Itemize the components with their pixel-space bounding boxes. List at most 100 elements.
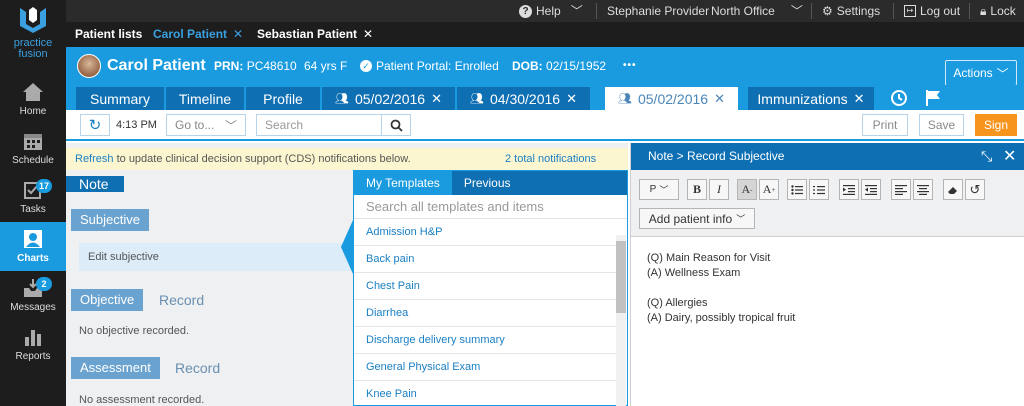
list-item[interactable]: Admission H&P	[354, 219, 616, 246]
align-center-button[interactable]	[913, 179, 933, 200]
flag-icon[interactable]	[924, 89, 942, 107]
close-icon[interactable]: ✕	[363, 22, 373, 47]
subjective-header[interactable]: Subjective	[71, 209, 149, 231]
home-icon	[23, 83, 43, 101]
bullet-list-button[interactable]	[787, 179, 807, 200]
patient-tab-sebastian[interactable]: Sebastian Patient ✕	[257, 22, 373, 47]
check-circle-icon: ✓	[360, 60, 372, 72]
nav-home[interactable]: Home	[0, 75, 66, 124]
templates-scrollbar-thumb[interactable]	[616, 241, 626, 313]
no-assessment-text: No assessment recorded.	[79, 394, 205, 406]
list-item[interactable]: Diarrhea	[354, 300, 616, 327]
list-item[interactable]: General Physical Exam	[354, 354, 616, 381]
tab-profile[interactable]: Profile	[246, 87, 320, 110]
people-icon: 👥︎	[335, 93, 349, 105]
people-icon: 👥︎	[470, 93, 484, 105]
nav-charts[interactable]: Charts	[0, 222, 66, 271]
close-icon[interactable]: ✕	[431, 91, 442, 107]
font-smaller-button[interactable]: A-	[737, 179, 757, 200]
add-patient-info-button[interactable]: Add patient info ﹀	[639, 208, 755, 229]
outdent-icon	[865, 184, 877, 195]
close-icon[interactable]: ✕	[233, 22, 243, 47]
patient-name: Carol Patient	[107, 57, 206, 74]
close-icon[interactable]: ✕	[1003, 143, 1016, 170]
search-button[interactable]	[381, 114, 411, 136]
nav-tasks[interactable]: Tasks 17	[0, 173, 66, 222]
nav-messages[interactable]: Messages 2	[0, 271, 66, 320]
cds-refresh-link[interactable]: Refresh	[66, 153, 114, 165]
cds-notifications-link[interactable]: 2 total notifications	[505, 148, 596, 170]
edit-subjective-field[interactable]: Edit subjective	[79, 243, 359, 271]
assessment-header[interactable]: Assessment	[71, 357, 160, 379]
actions-button[interactable]: Actions ﹀	[945, 60, 1017, 86]
more-icon[interactable]: •••	[623, 47, 637, 85]
save-button[interactable]: Save	[919, 114, 964, 136]
list-item[interactable]: Discharge delivery summary	[354, 327, 616, 354]
eraser-button[interactable]	[943, 179, 963, 200]
numbered-list-button[interactable]	[809, 179, 829, 200]
refresh-button[interactable]: ↻	[80, 114, 110, 136]
calendar-icon	[24, 134, 42, 150]
assessment-record-link[interactable]: Record	[175, 360, 220, 376]
undo-button[interactable]: ↺	[965, 179, 985, 200]
italic-button[interactable]: I	[709, 179, 729, 200]
align-left-button[interactable]	[891, 179, 911, 200]
indent-button[interactable]	[839, 179, 859, 200]
tab-immunizations[interactable]: Immunizations ✕	[748, 87, 874, 110]
patient-header: Carol Patient PRN: PC48610 64 yrs F ✓ Pa…	[66, 47, 1024, 86]
cds-message: to update clinical decision support (CDS…	[113, 153, 411, 165]
tab-encounter-3[interactable]: 👥︎ 05/02/2016 ✕	[605, 87, 738, 110]
lock-link[interactable]: 🔒︎ Lock	[980, 0, 1016, 22]
close-icon[interactable]: ✕	[854, 91, 865, 107]
outdent-button[interactable]	[861, 179, 881, 200]
list-item[interactable]: Back pain	[354, 246, 616, 273]
history-icon[interactable]	[890, 89, 908, 107]
expand-icon[interactable]: ⤡	[981, 143, 992, 170]
nav-reports[interactable]: Reports	[0, 320, 66, 369]
user-menu[interactable]: Stephanie Provider	[607, 0, 709, 22]
sign-button[interactable]: Sign	[975, 114, 1017, 136]
prn: PRN: PC48610	[214, 59, 297, 73]
cds-banner: Refresh to update clinical decision supp…	[66, 148, 628, 170]
tab-my-templates[interactable]: My Templates	[354, 171, 452, 195]
print-button[interactable]: Print	[862, 114, 908, 136]
list-item[interactable]: Knee Pain	[354, 381, 616, 406]
list-item[interactable]: Chest Pain	[354, 273, 616, 300]
chevron-down-icon: ﹀	[659, 185, 669, 195]
tab-timeline[interactable]: Timeline	[166, 87, 244, 110]
templates-search-input[interactable]: Search all templates and items	[354, 195, 627, 219]
editor-line: (A) Dairy, possibly tropical fruit	[647, 312, 796, 324]
patient-lists-tab[interactable]: Patient lists	[75, 22, 142, 47]
chevron-down-icon: ﹀	[570, 4, 583, 18]
search-input[interactable]: Search	[256, 114, 382, 136]
tab-previous[interactable]: Previous	[452, 171, 523, 195]
tab-encounter-2[interactable]: 👥︎ 04/30/2016 ✕	[457, 87, 590, 110]
avatar	[77, 54, 101, 78]
chevron-down-icon: ﹀	[790, 4, 803, 18]
editor-line: (Q) Main Reason for Visit	[647, 252, 771, 264]
settings-link[interactable]: ⚙ Settings	[822, 0, 880, 22]
practice-fusion-logo[interactable]: practice fusion	[0, 0, 66, 75]
nav-schedule[interactable]: Schedule	[0, 124, 66, 173]
paragraph-style-select[interactable]: P ﹀	[639, 179, 679, 200]
close-icon[interactable]: ✕	[714, 91, 725, 107]
goto-select[interactable]: Go to... ﹀	[166, 114, 246, 136]
subjective-editor[interactable]: (Q) Main Reason for Visit (A) Wellness E…	[631, 237, 1024, 340]
patient-tab-carol[interactable]: Carol Patient ✕	[153, 22, 243, 47]
chevron-down-icon: ﹀	[224, 118, 237, 133]
tab-encounter-1[interactable]: 👥︎ 05/02/2016 ✕	[322, 87, 455, 110]
bold-button[interactable]: B	[687, 179, 707, 200]
font-larger-button[interactable]: A +	[759, 179, 779, 200]
note-title: Note	[66, 176, 124, 192]
logout-icon: ↦	[904, 5, 916, 17]
logout-link[interactable]: ↦ Log out	[904, 0, 960, 22]
office-menu[interactable]: North Office ﹀	[711, 0, 803, 22]
objective-header[interactable]: Objective	[71, 289, 144, 311]
help-menu[interactable]: ? Help ﹀	[519, 0, 583, 22]
close-icon[interactable]: ✕	[566, 91, 577, 107]
eraser-icon	[948, 186, 957, 194]
tab-summary[interactable]: Summary	[76, 87, 164, 110]
logo-mark-icon	[18, 6, 48, 34]
left-navigation: practice fusion Home Schedule Tasks 17 C…	[0, 0, 66, 406]
objective-record-link[interactable]: Record	[159, 292, 204, 308]
